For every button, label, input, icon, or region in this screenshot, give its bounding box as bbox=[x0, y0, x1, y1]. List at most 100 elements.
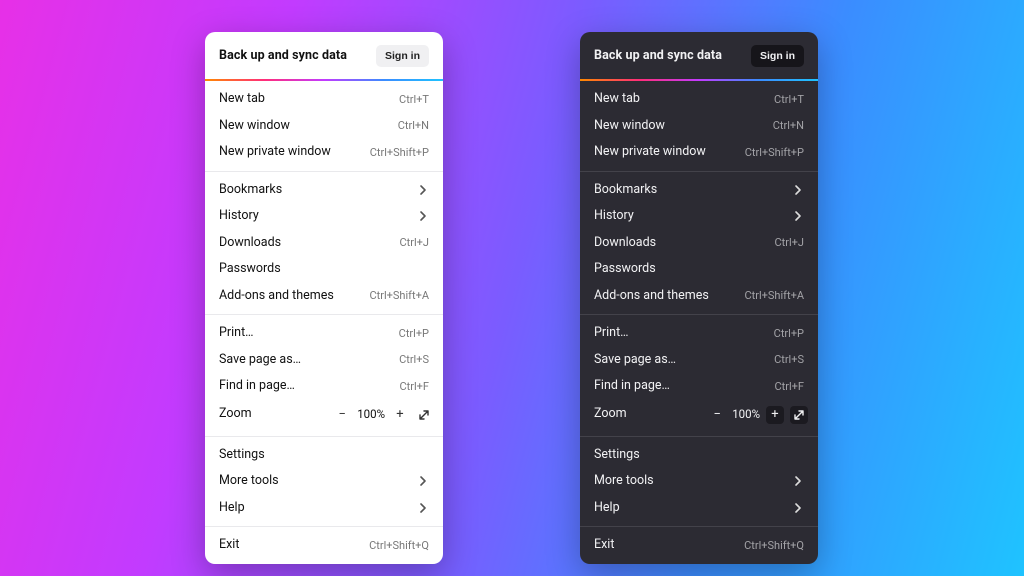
zoom-label: Zoom bbox=[594, 408, 627, 421]
menu-group: Settings More tools Help bbox=[205, 437, 443, 527]
menu-group: New tab Ctrl+T New window Ctrl+N New pri… bbox=[205, 81, 443, 171]
menu-item-history[interactable]: History bbox=[205, 203, 443, 230]
zoom-out-button[interactable]: − bbox=[333, 406, 351, 424]
menu-item-bookmarks[interactable]: Bookmarks bbox=[580, 177, 818, 204]
menu-item-label: New window bbox=[594, 120, 665, 133]
shortcut-text: Ctrl+Shift+A bbox=[369, 290, 429, 301]
menu-item-zoom: Zoom − 100% + bbox=[205, 400, 443, 431]
chevron-right-icon bbox=[417, 184, 429, 196]
menu-item-label: Help bbox=[219, 502, 245, 515]
menu-item-label: Passwords bbox=[219, 263, 281, 276]
menu-item-find-in-page[interactable]: Find in page… Ctrl+F bbox=[205, 373, 443, 400]
menu-item-more-tools[interactable]: More tools bbox=[580, 468, 818, 495]
menu-item-label: Exit bbox=[594, 539, 614, 552]
chevron-right-icon bbox=[792, 475, 804, 487]
menu-item-addons-themes[interactable]: Add-ons and themes Ctrl+Shift+A bbox=[205, 283, 443, 310]
shortcut-text: Ctrl+Shift+Q bbox=[369, 540, 429, 551]
shortcut-text: Ctrl+N bbox=[398, 120, 429, 131]
menu-item-label: Help bbox=[594, 502, 620, 515]
menu-item-label: Downloads bbox=[594, 237, 656, 250]
shortcut-text: Ctrl+S bbox=[399, 354, 429, 365]
menu-item-save-page-as[interactable]: Save page as… Ctrl+S bbox=[205, 347, 443, 374]
menu-item-print[interactable]: Print… Ctrl+P bbox=[580, 320, 818, 347]
menu-item-label: Settings bbox=[594, 449, 640, 462]
zoom-out-button[interactable]: − bbox=[708, 406, 726, 424]
menu-item-label: History bbox=[219, 210, 259, 223]
chevron-right-icon bbox=[417, 502, 429, 514]
menu-item-exit[interactable]: Exit Ctrl+Shift+Q bbox=[580, 532, 818, 559]
menu-group: Print… Ctrl+P Save page as… Ctrl+S Find … bbox=[580, 315, 818, 436]
menu-header: Back up and sync data Sign in bbox=[580, 32, 818, 79]
menu-item-settings[interactable]: Settings bbox=[580, 442, 818, 469]
shortcut-text: Ctrl+P bbox=[774, 328, 804, 339]
menu-item-label: Print… bbox=[594, 327, 629, 340]
shortcut-text: Ctrl+Shift+P bbox=[745, 147, 804, 158]
menu-item-settings[interactable]: Settings bbox=[205, 442, 443, 469]
shortcut-text: Ctrl+F bbox=[400, 381, 429, 392]
shortcut-text: Ctrl+N bbox=[773, 120, 804, 131]
menu-item-help[interactable]: Help bbox=[205, 495, 443, 522]
menu-item-label: Save page as… bbox=[594, 354, 676, 367]
menu-item-exit[interactable]: Exit Ctrl+Shift+Q bbox=[205, 532, 443, 559]
menu-header: Back up and sync data Sign in bbox=[205, 32, 443, 79]
sign-in-button[interactable]: Sign in bbox=[376, 45, 429, 67]
zoom-in-button[interactable]: + bbox=[766, 406, 784, 424]
menu-item-label: Print… bbox=[219, 327, 254, 340]
menu-item-bookmarks[interactable]: Bookmarks bbox=[205, 177, 443, 204]
menu-item-passwords[interactable]: Passwords bbox=[580, 256, 818, 283]
chevron-right-icon bbox=[792, 502, 804, 514]
menu-group: Settings More tools Help bbox=[580, 437, 818, 527]
zoom-in-button[interactable]: + bbox=[391, 406, 409, 424]
sync-title: Back up and sync data bbox=[219, 50, 347, 63]
sign-in-button[interactable]: Sign in bbox=[751, 45, 804, 67]
menu-item-label: Add-ons and themes bbox=[594, 290, 709, 303]
menu-group: Exit Ctrl+Shift+Q bbox=[580, 527, 818, 564]
menu-item-label: New tab bbox=[594, 93, 640, 106]
menu-item-label: New private window bbox=[594, 146, 706, 159]
menu-item-find-in-page[interactable]: Find in page… Ctrl+F bbox=[580, 373, 818, 400]
menu-item-save-page-as[interactable]: Save page as… Ctrl+S bbox=[580, 347, 818, 374]
menu-item-passwords[interactable]: Passwords bbox=[205, 256, 443, 283]
menu-item-label: Passwords bbox=[594, 263, 656, 276]
shortcut-text: Ctrl+T bbox=[399, 94, 429, 105]
menu-item-downloads[interactable]: Downloads Ctrl+J bbox=[205, 230, 443, 257]
menu-item-new-private-window[interactable]: New private window Ctrl+Shift+P bbox=[580, 139, 818, 166]
fullscreen-icon[interactable] bbox=[790, 406, 808, 424]
fullscreen-icon[interactable] bbox=[415, 406, 433, 424]
menu-item-downloads[interactable]: Downloads Ctrl+J bbox=[580, 230, 818, 257]
menu-item-label: More tools bbox=[219, 475, 279, 488]
menu-item-more-tools[interactable]: More tools bbox=[205, 468, 443, 495]
menu-group: Print… Ctrl+P Save page as… Ctrl+S Find … bbox=[205, 315, 443, 436]
zoom-label: Zoom bbox=[219, 408, 252, 421]
menu-item-print[interactable]: Print… Ctrl+P bbox=[205, 320, 443, 347]
menu-item-help[interactable]: Help bbox=[580, 495, 818, 522]
shortcut-text: Ctrl+T bbox=[774, 94, 804, 105]
app-menu-light: Back up and sync data Sign in New tab Ct… bbox=[205, 32, 443, 564]
menu-item-new-tab[interactable]: New tab Ctrl+T bbox=[205, 86, 443, 113]
menu-item-new-tab[interactable]: New tab Ctrl+T bbox=[580, 86, 818, 113]
shortcut-text: Ctrl+Shift+A bbox=[744, 290, 804, 301]
chevron-right-icon bbox=[792, 184, 804, 196]
menu-item-new-window[interactable]: New window Ctrl+N bbox=[580, 113, 818, 140]
chevron-right-icon bbox=[417, 475, 429, 487]
shortcut-text: Ctrl+J bbox=[775, 237, 804, 248]
menu-item-label: Exit bbox=[219, 539, 239, 552]
menu-item-history[interactable]: History bbox=[580, 203, 818, 230]
shortcut-text: Ctrl+Shift+Q bbox=[744, 540, 804, 551]
menu-item-label: Bookmarks bbox=[594, 184, 657, 197]
sync-title: Back up and sync data bbox=[594, 50, 722, 63]
chevron-right-icon bbox=[417, 210, 429, 222]
menu-item-addons-themes[interactable]: Add-ons and themes Ctrl+Shift+A bbox=[580, 283, 818, 310]
menu-item-new-private-window[interactable]: New private window Ctrl+Shift+P bbox=[205, 139, 443, 166]
shortcut-text: Ctrl+F bbox=[775, 381, 804, 392]
app-menu-dark: Back up and sync data Sign in New tab Ct… bbox=[580, 32, 818, 564]
menu-group: Bookmarks History Downloads Ctrl+J Passw… bbox=[580, 172, 818, 315]
menu-item-label: History bbox=[594, 210, 634, 223]
menu-group: New tab Ctrl+T New window Ctrl+N New pri… bbox=[580, 81, 818, 171]
menu-item-zoom: Zoom − 100% + bbox=[580, 400, 818, 431]
menu-item-label: Add-ons and themes bbox=[219, 290, 334, 303]
menu-item-label: Find in page… bbox=[594, 380, 670, 393]
menu-item-new-window[interactable]: New window Ctrl+N bbox=[205, 113, 443, 140]
menu-item-label: More tools bbox=[594, 475, 654, 488]
shortcut-text: Ctrl+Shift+P bbox=[370, 147, 429, 158]
